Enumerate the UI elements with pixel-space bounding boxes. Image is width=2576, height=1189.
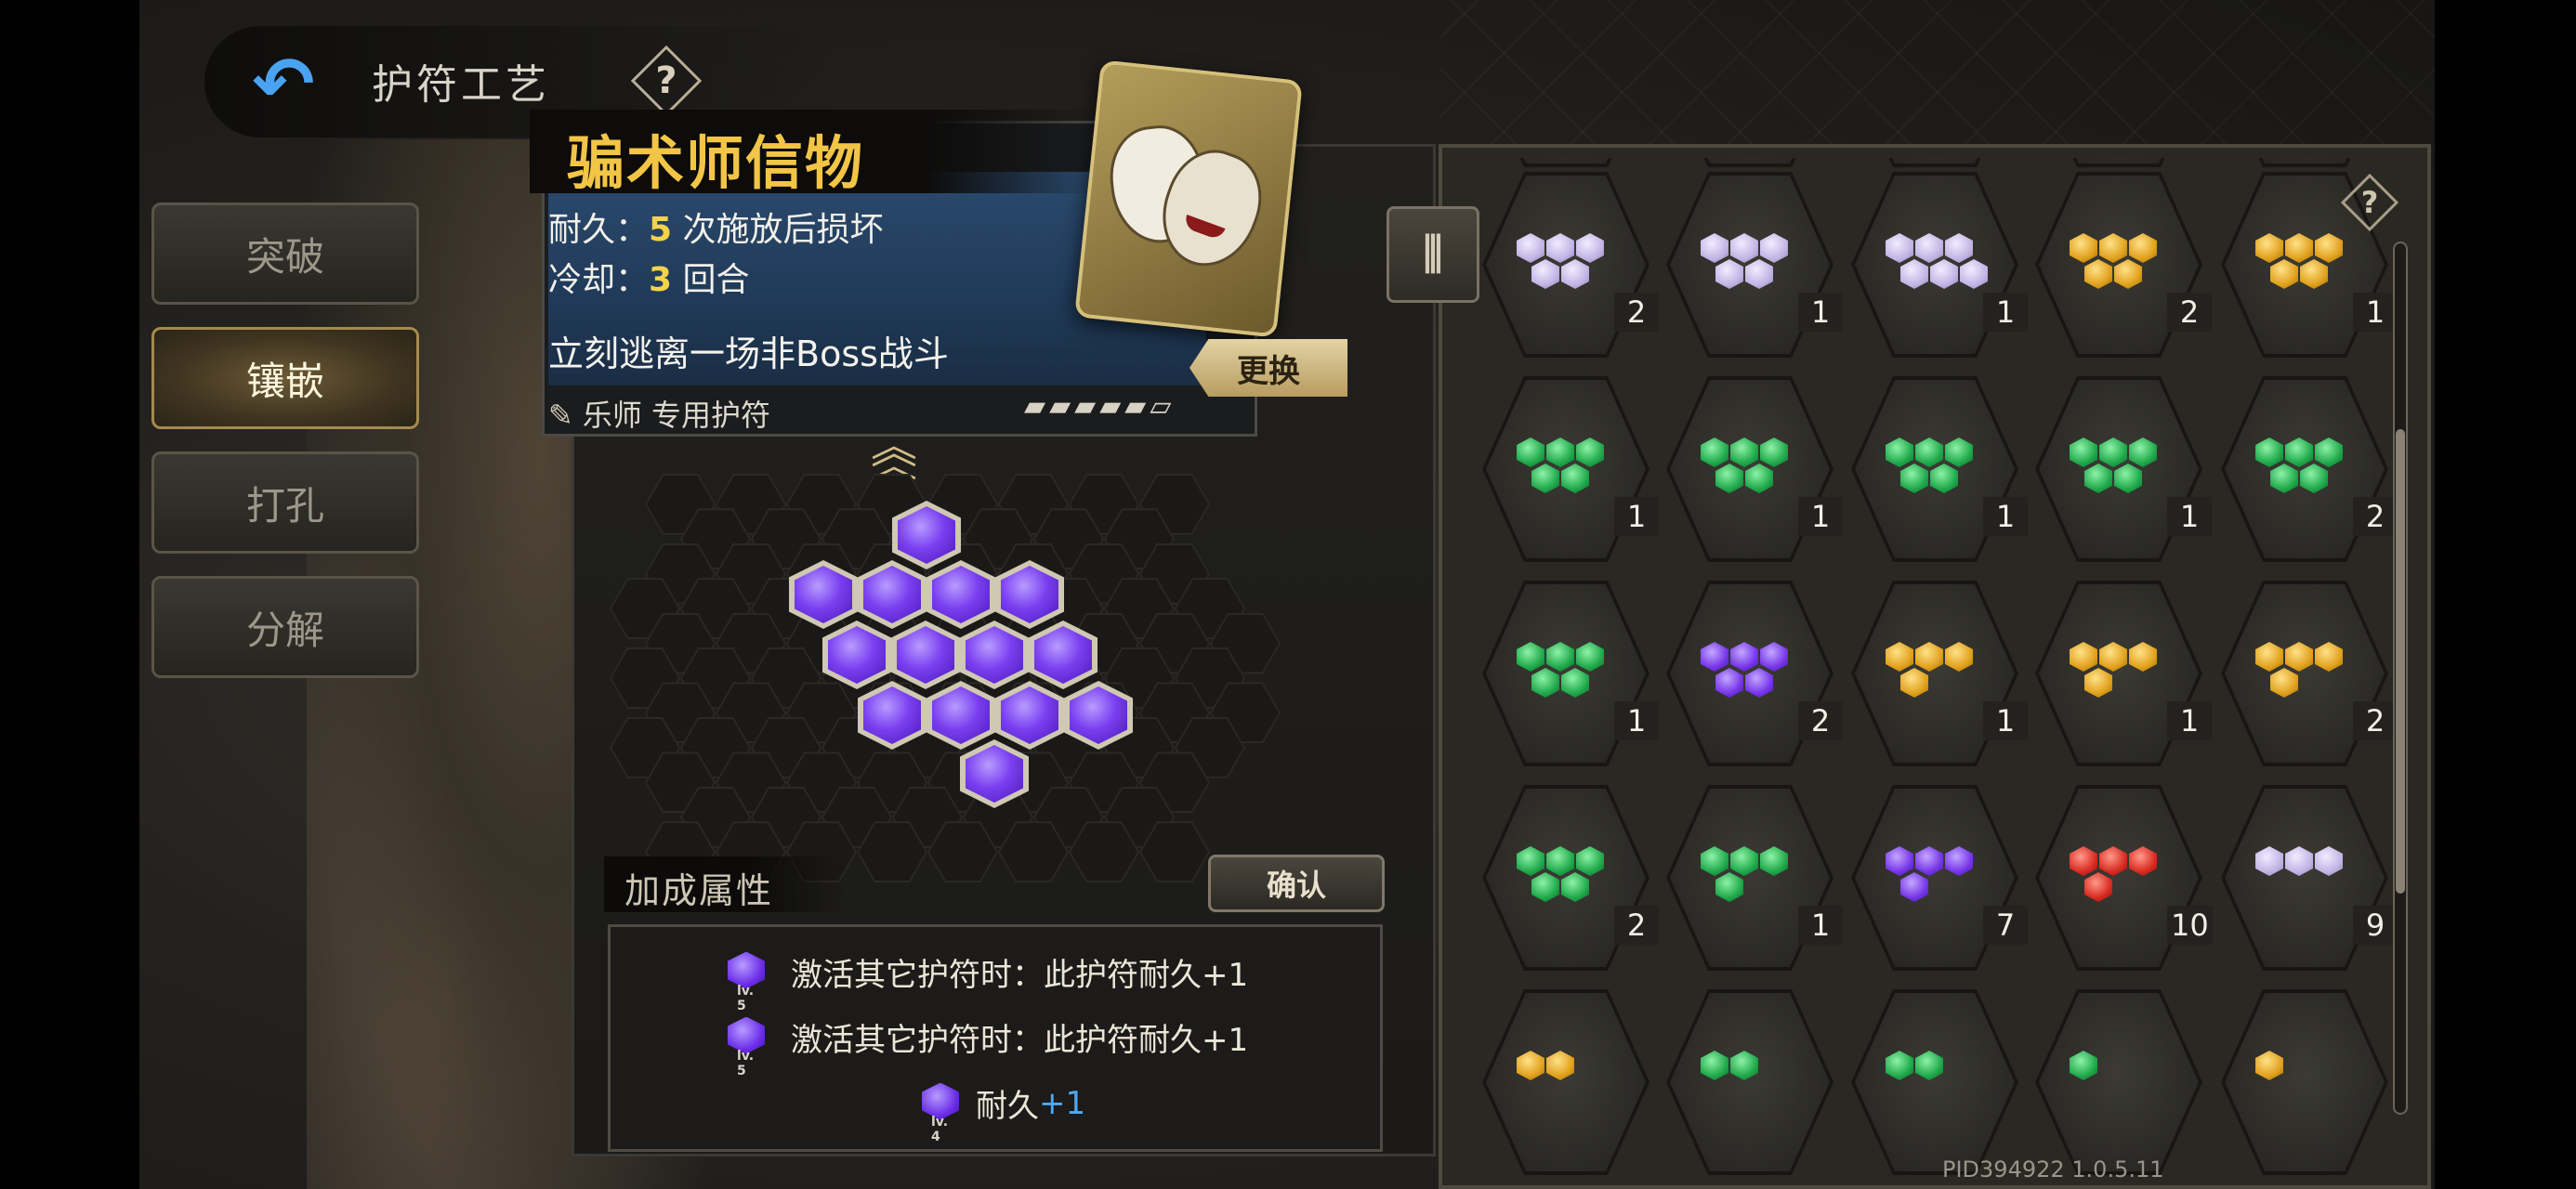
gem-count-badge: 2 — [1614, 906, 1659, 945]
confirm-button[interactable]: 确认 — [1208, 855, 1385, 912]
tab-label: 突破 — [245, 233, 324, 280]
bonus-text: 激活其它护符时：此护符耐久+1 — [791, 1022, 1249, 1059]
tab-breakthrough[interactable]: 突破 — [151, 203, 419, 305]
tab-label: 打孔 — [245, 482, 324, 529]
gem-count-badge: 1 — [1798, 906, 1843, 945]
gem-count-badge: 1 — [1983, 497, 2028, 536]
durability-value: 5 — [649, 211, 673, 249]
inventory-gem-slot[interactable] — [2221, 989, 2388, 1175]
gem-count-badge: 2 — [2353, 701, 2398, 740]
tab-inlay[interactable]: 镶嵌 — [151, 327, 419, 429]
bonus-row: lv. 5 激活其它护符时：此护符耐久+1 — [728, 949, 1249, 1013]
gem-count-badge: 1 — [1798, 497, 1843, 536]
inventory-gem-slot[interactable] — [1851, 989, 2018, 1175]
bonus-row: lv. 5 激活其它护符时：此护符耐久+1 — [728, 1014, 1249, 1078]
gem-count-badge: 2 — [1614, 293, 1659, 332]
gem-count-badge: 2 — [1798, 701, 1843, 740]
cooldown-value: 3 — [649, 261, 673, 299]
gem-count-badge: 1 — [1983, 701, 2028, 740]
gem-count-badge: 1 — [1614, 701, 1659, 740]
inventory-scrollbar[interactable] — [2393, 242, 2408, 1115]
background-pattern — [1440, 0, 2435, 149]
bonus-title: 加成属性 — [624, 870, 774, 911]
gem-count-badge: 1 — [2353, 293, 2398, 332]
inventory-gem-slot[interactable] — [1482, 158, 1649, 167]
purple-gem-icon: lv. 4 — [922, 1082, 959, 1144]
inventory-gem-slot[interactable] — [2221, 158, 2388, 167]
bonus-row: lv. 4 耐久 +1 — [922, 1080, 1086, 1144]
inventory-gem-slot[interactable] — [1666, 158, 1833, 167]
scroll-thumb[interactable] — [2396, 429, 2405, 894]
page-title: 护符工艺 — [372, 61, 550, 109]
gem-count-badge: 1 — [2167, 701, 2212, 740]
inventory-gem-slot[interactable] — [1482, 989, 1649, 1175]
gem-count-badge: 7 — [1983, 906, 2028, 945]
durability-pips: ▰▰▰▰▰▱ — [1024, 390, 1176, 423]
trickster-token-icon — [1074, 59, 1303, 338]
inventory-help-button[interactable]: ? — [2342, 175, 2398, 230]
durability-stat: 耐久：5 次施放后损坏 — [548, 203, 884, 251]
item-name: 骗术师信物 — [567, 129, 865, 197]
gem-count-badge: 2 — [2353, 497, 2398, 536]
cooldown-label: 冷却： — [548, 261, 650, 299]
tab-label: 镶嵌 — [245, 358, 324, 404]
gem-count-badge: 1 — [2167, 497, 2212, 536]
gem-count-badge: 10 — [2167, 906, 2213, 945]
version-label: PID394922 1.0.5.11 — [1942, 1156, 2164, 1182]
durability-suffix: 次施放后损坏 — [672, 211, 884, 249]
back-button[interactable]: ↶ — [232, 37, 335, 130]
tab-socket[interactable]: 打孔 — [151, 451, 419, 554]
gem-inventory-grid[interactable]: 11112211211111212112217109 — [1468, 158, 2398, 1189]
filter-button[interactable]: ⫼ — [1387, 206, 1479, 303]
bonus-plus: +1 — [1039, 1084, 1086, 1122]
inventory-gem-slot[interactable] — [1666, 989, 1833, 1175]
filter-icon: ⫼ — [1423, 229, 1443, 279]
help-icon: ? — [655, 59, 677, 102]
gem-count-badge: 1 — [1983, 293, 2028, 332]
item-effect: 立刻逃离一场非Boss战斗 — [548, 333, 949, 374]
gem-level: lv. 5 — [737, 983, 755, 1013]
bonus-text: 激活其它护符时：此护符耐久+1 — [791, 957, 1249, 994]
gem-level: lv. 5 — [737, 1048, 755, 1078]
gem-count-badge: 1 — [1798, 293, 1843, 332]
tab-label: 分解 — [245, 607, 324, 653]
purple-gem-icon: lv. 5 — [728, 1016, 765, 1078]
help-icon: ? — [2360, 185, 2379, 220]
class-restriction-label: 乐师 专用护符 — [582, 398, 770, 433]
purple-gem-icon: lv. 5 — [728, 951, 765, 1013]
back-arrow-icon: ↶ — [252, 40, 315, 127]
gem-level: lv. 4 — [931, 1114, 949, 1144]
cooldown-stat: 冷却：3 回合 — [548, 253, 750, 301]
durability-label: 耐久： — [548, 211, 650, 249]
gem-count-badge: 9 — [2353, 906, 2398, 945]
tab-dismantle[interactable]: 分解 — [151, 576, 419, 678]
inventory-gem-slot[interactable] — [2035, 989, 2202, 1175]
gem-count-badge: 2 — [2167, 293, 2212, 332]
musician-class-icon: ✎ — [548, 398, 573, 433]
help-button[interactable]: ? — [634, 48, 699, 113]
inventory-gem-slot[interactable] — [1851, 158, 2018, 167]
class-restriction: ✎ 乐师 专用护符 — [548, 392, 770, 435]
bonus-text: 耐久 — [976, 1088, 1039, 1125]
inventory-gem-slot[interactable] — [2035, 158, 2202, 167]
gem-count-badge: 1 — [1614, 497, 1659, 536]
cooldown-suffix: 回合 — [672, 261, 750, 299]
replace-button[interactable]: 更换 — [1189, 339, 1347, 397]
